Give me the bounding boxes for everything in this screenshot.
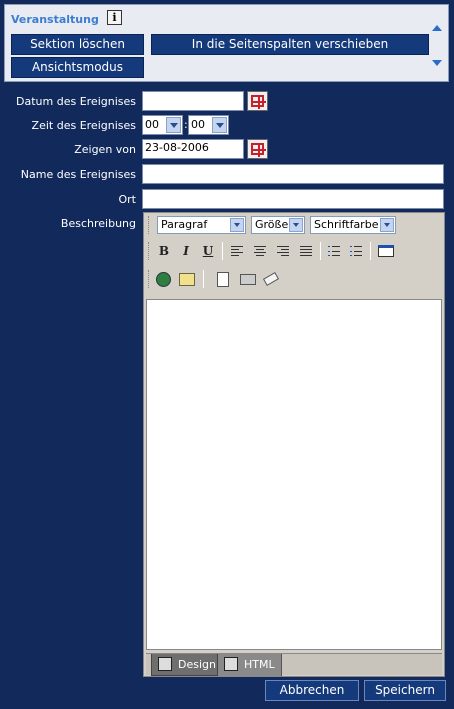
html-icon: [224, 657, 238, 671]
description-label: Beschreibung: [60, 217, 136, 230]
link-icon[interactable]: [156, 272, 171, 287]
editor-content-area[interactable]: [146, 299, 442, 650]
size-select-value: Größe: [255, 218, 289, 231]
design-icon: [158, 657, 172, 671]
align-left-icon[interactable]: [231, 246, 243, 256]
toolbar-separator: [203, 270, 204, 288]
toolbar-separator: [320, 242, 321, 260]
editor-mode-tabs: Design HTML: [146, 653, 442, 676]
info-icon[interactable]: i: [107, 10, 122, 25]
view-mode-button[interactable]: Ansichtsmodus: [11, 57, 144, 78]
date-label: Datum des Ereignises: [16, 95, 136, 108]
size-select[interactable]: Größe: [251, 216, 305, 234]
hour-select[interactable]: 00: [142, 115, 183, 135]
minute-select[interactable]: 00: [188, 115, 229, 135]
image-icon[interactable]: [179, 273, 195, 286]
chevron-down-icon: [230, 218, 244, 232]
toolbar-grip: [148, 242, 151, 260]
move-to-sidebar-button[interactable]: In die Seitenspalten verschieben: [151, 34, 429, 55]
rich-text-editor: Paragraf Größe Schriftfarbe B I U Design…: [143, 212, 445, 677]
tab-html-label: HTML: [244, 658, 275, 671]
calendar-icon[interactable]: [247, 91, 268, 111]
show-from-label: Zeigen von: [74, 143, 136, 156]
bold-button[interactable]: B: [154, 241, 174, 261]
numbered-list-icon[interactable]: [350, 246, 362, 256]
bullet-list-icon[interactable]: [328, 246, 340, 256]
align-right-icon[interactable]: [277, 246, 289, 256]
underline-button[interactable]: U: [198, 241, 218, 261]
font-color-select-value: Schriftfarbe: [314, 218, 379, 231]
time-label: Zeit des Ereignises: [31, 119, 136, 132]
italic-button[interactable]: I: [176, 241, 196, 261]
toolbar-separator: [370, 242, 371, 260]
calendar-icon[interactable]: [247, 139, 268, 159]
move-down-icon[interactable]: [432, 60, 442, 66]
minute-value: 00: [191, 118, 205, 131]
place-input[interactable]: [142, 189, 444, 209]
move-up-icon[interactable]: [432, 25, 442, 31]
table-icon[interactable]: [378, 245, 394, 257]
align-center-icon[interactable]: [254, 246, 266, 256]
format-select[interactable]: Paragraf: [157, 216, 246, 234]
align-justify-icon[interactable]: [300, 246, 312, 256]
preview-icon[interactable]: [217, 272, 229, 287]
eraser-icon[interactable]: [262, 272, 280, 286]
event-name-label: Name des Ereignises: [20, 168, 136, 181]
date-input[interactable]: [142, 91, 244, 111]
font-color-select[interactable]: Schriftfarbe: [310, 216, 396, 234]
toolbar-grip: [148, 216, 151, 234]
section-panel: Veranstaltung i Sektion löschen In die S…: [4, 4, 449, 82]
tab-design[interactable]: Design: [151, 654, 218, 676]
toolbar-grip: [148, 270, 151, 288]
tab-html[interactable]: HTML: [218, 654, 282, 676]
show-from-input[interactable]: 23-08-2006: [142, 139, 244, 159]
hour-value: 00: [145, 118, 159, 131]
tab-design-label: Design: [178, 658, 216, 671]
cancel-button[interactable]: Abbrechen: [265, 680, 359, 701]
chevron-down-icon: [380, 218, 394, 232]
chevron-down-icon: [289, 218, 303, 232]
delete-section-button[interactable]: Sektion löschen: [11, 34, 144, 55]
chevron-down-icon: [166, 117, 181, 133]
print-icon[interactable]: [240, 274, 256, 285]
place-label: Ort: [118, 193, 137, 206]
save-button[interactable]: Speichern: [364, 680, 446, 701]
event-name-input[interactable]: [142, 164, 444, 184]
format-select-value: Paragraf: [161, 218, 208, 231]
chevron-down-icon: [212, 117, 227, 133]
section-title: Veranstaltung: [11, 13, 99, 26]
toolbar-separator: [222, 242, 223, 260]
